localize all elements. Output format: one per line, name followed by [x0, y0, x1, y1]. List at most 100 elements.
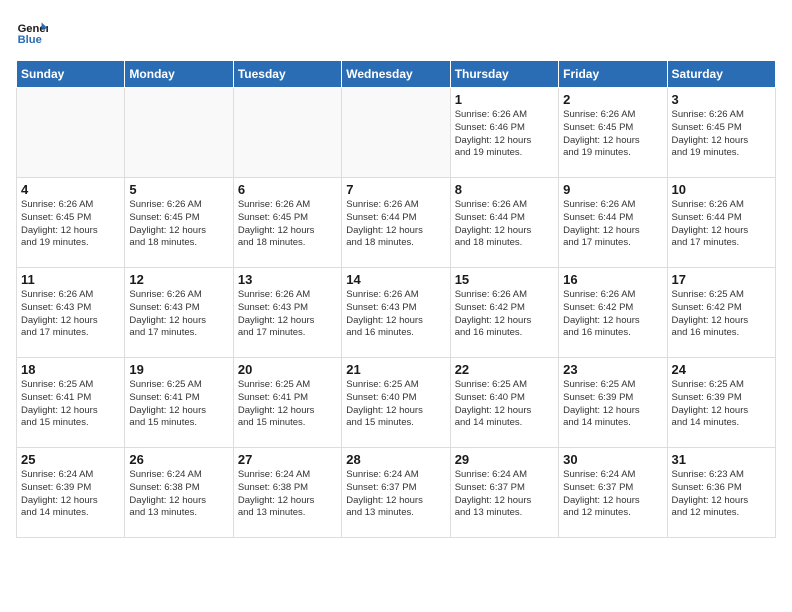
calendar-cell: 12 Sunrise: 6:26 AM Sunset: 6:43 PM Dayli…: [125, 268, 233, 358]
cell-info: Sunrise: 6:25 AM Sunset: 6:39 PM Dayligh…: [672, 379, 771, 430]
week-row-2: 4 Sunrise: 6:26 AM Sunset: 6:45 PM Daylig…: [17, 178, 776, 268]
calendar-cell: [342, 88, 450, 178]
weekday-header-sunday: Sunday: [17, 61, 125, 88]
calendar-cell: 31 Sunrise: 6:23 AM Sunset: 6:36 PM Dayli…: [667, 448, 775, 538]
cell-info: Sunrise: 6:25 AM Sunset: 6:40 PM Dayligh…: [455, 379, 554, 430]
day-number: 6: [238, 182, 337, 197]
day-number: 1: [455, 92, 554, 107]
day-number: 22: [455, 362, 554, 377]
calendar-cell: [125, 88, 233, 178]
logo-icon: General Blue: [16, 16, 48, 48]
week-row-3: 11 Sunrise: 6:26 AM Sunset: 6:43 PM Dayli…: [17, 268, 776, 358]
calendar-cell: 5Sunrise: 6:26 AM Sunset: 6:45 PM Daylig…: [125, 178, 233, 268]
day-number: 21: [346, 362, 445, 377]
day-number: 8: [455, 182, 554, 197]
cell-info: Sunrise: 6:26 AM Sunset: 6:44 PM Dayligh…: [672, 199, 771, 250]
day-number: 24: [672, 362, 771, 377]
weekday-header-row: SundayMondayTuesdayWednesdayThursdayFrid…: [17, 61, 776, 88]
day-number: 25: [21, 452, 120, 467]
calendar-cell: 8 Sunrise: 6:26 AM Sunset: 6:44 PM Daylig…: [450, 178, 558, 268]
calendar-cell: 1 Sunrise: 6:26 AM Sunset: 6:46 PM Daylig…: [450, 88, 558, 178]
calendar-cell: 19 Sunrise: 6:25 AM Sunset: 6:41 PM Dayli…: [125, 358, 233, 448]
cell-info: Sunrise: 6:25 AM Sunset: 6:42 PM Dayligh…: [672, 289, 771, 340]
cell-info: Sunrise: 6:26 AM Sunset: 6:43 PM Dayligh…: [346, 289, 445, 340]
cell-info: Sunrise: 6:26 AM Sunset: 6:42 PM Dayligh…: [563, 289, 662, 340]
day-number: 31: [672, 452, 771, 467]
cell-info: Sunrise: 6:26 AM Sunset: 6:46 PM Dayligh…: [455, 109, 554, 160]
calendar-cell: 10 Sunrise: 6:26 AM Sunset: 6:44 PM Dayli…: [667, 178, 775, 268]
calendar-cell: 21 Sunrise: 6:25 AM Sunset: 6:40 PM Dayli…: [342, 358, 450, 448]
svg-text:Blue: Blue: [18, 34, 42, 46]
day-number: 16: [563, 272, 662, 287]
calendar-cell: 4Sunrise: 6:26 AM Sunset: 6:45 PM Daylig…: [17, 178, 125, 268]
calendar-cell: 2Sunrise: 6:26 AM Sunset: 6:45 PM Daylig…: [559, 88, 667, 178]
day-number: 2: [563, 92, 662, 107]
cell-info: Sunrise: 6:26 AM Sunset: 6:43 PM Dayligh…: [238, 289, 337, 340]
cell-info: Sunrise: 6:26 AM Sunset: 6:44 PM Dayligh…: [455, 199, 554, 250]
cell-info: Sunrise: 6:26 AM Sunset: 6:44 PM Dayligh…: [563, 199, 662, 250]
day-number: 4: [21, 182, 120, 197]
calendar-cell: 15 Sunrise: 6:26 AM Sunset: 6:42 PM Dayli…: [450, 268, 558, 358]
day-number: 26: [129, 452, 228, 467]
day-number: 15: [455, 272, 554, 287]
cell-info: Sunrise: 6:24 AM Sunset: 6:38 PM Dayligh…: [238, 469, 337, 520]
day-number: 3: [672, 92, 771, 107]
weekday-header-wednesday: Wednesday: [342, 61, 450, 88]
cell-info: Sunrise: 6:26 AM Sunset: 6:45 PM Dayligh…: [238, 199, 337, 250]
weekday-header-thursday: Thursday: [450, 61, 558, 88]
day-number: 28: [346, 452, 445, 467]
calendar-cell: 25 Sunrise: 6:24 AM Sunset: 6:39 PM Dayli…: [17, 448, 125, 538]
week-row-4: 18 Sunrise: 6:25 AM Sunset: 6:41 PM Dayli…: [17, 358, 776, 448]
week-row-1: 1 Sunrise: 6:26 AM Sunset: 6:46 PM Daylig…: [17, 88, 776, 178]
cell-info: Sunrise: 6:24 AM Sunset: 6:37 PM Dayligh…: [455, 469, 554, 520]
cell-info: Sunrise: 6:25 AM Sunset: 6:41 PM Dayligh…: [21, 379, 120, 430]
logo: General Blue: [16, 16, 52, 48]
day-number: 10: [672, 182, 771, 197]
cell-info: Sunrise: 6:25 AM Sunset: 6:39 PM Dayligh…: [563, 379, 662, 430]
day-number: 12: [129, 272, 228, 287]
day-number: 5: [129, 182, 228, 197]
calendar-cell: 16 Sunrise: 6:26 AM Sunset: 6:42 PM Dayli…: [559, 268, 667, 358]
calendar-cell: 27 Sunrise: 6:24 AM Sunset: 6:38 PM Dayli…: [233, 448, 341, 538]
cell-info: Sunrise: 6:26 AM Sunset: 6:43 PM Dayligh…: [129, 289, 228, 340]
weekday-header-friday: Friday: [559, 61, 667, 88]
calendar-cell: [233, 88, 341, 178]
cell-info: Sunrise: 6:24 AM Sunset: 6:37 PM Dayligh…: [563, 469, 662, 520]
day-number: 14: [346, 272, 445, 287]
day-number: 13: [238, 272, 337, 287]
day-number: 18: [21, 362, 120, 377]
calendar-table: SundayMondayTuesdayWednesdayThursdayFrid…: [16, 60, 776, 538]
cell-info: Sunrise: 6:26 AM Sunset: 6:45 PM Dayligh…: [672, 109, 771, 160]
calendar-cell: 17Sunrise: 6:25 AM Sunset: 6:42 PM Dayli…: [667, 268, 775, 358]
day-number: 27: [238, 452, 337, 467]
calendar-cell: 6 Sunrise: 6:26 AM Sunset: 6:45 PM Daylig…: [233, 178, 341, 268]
cell-info: Sunrise: 6:26 AM Sunset: 6:44 PM Dayligh…: [346, 199, 445, 250]
cell-info: Sunrise: 6:26 AM Sunset: 6:43 PM Dayligh…: [21, 289, 120, 340]
cell-info: Sunrise: 6:24 AM Sunset: 6:37 PM Dayligh…: [346, 469, 445, 520]
cell-info: Sunrise: 6:26 AM Sunset: 6:42 PM Dayligh…: [455, 289, 554, 340]
day-number: 29: [455, 452, 554, 467]
calendar-cell: [17, 88, 125, 178]
day-number: 30: [563, 452, 662, 467]
week-row-5: 25 Sunrise: 6:24 AM Sunset: 6:39 PM Dayli…: [17, 448, 776, 538]
day-number: 19: [129, 362, 228, 377]
calendar-cell: 30 Sunrise: 6:24 AM Sunset: 6:37 PM Dayli…: [559, 448, 667, 538]
calendar-cell: 23Sunrise: 6:25 AM Sunset: 6:39 PM Dayli…: [559, 358, 667, 448]
cell-info: Sunrise: 6:25 AM Sunset: 6:41 PM Dayligh…: [129, 379, 228, 430]
calendar-cell: 13 Sunrise: 6:26 AM Sunset: 6:43 PM Dayli…: [233, 268, 341, 358]
calendar-cell: 26Sunrise: 6:24 AM Sunset: 6:38 PM Dayli…: [125, 448, 233, 538]
cell-info: Sunrise: 6:24 AM Sunset: 6:39 PM Dayligh…: [21, 469, 120, 520]
calendar-cell: 22 Sunrise: 6:25 AM Sunset: 6:40 PM Dayli…: [450, 358, 558, 448]
calendar-cell: 20 Sunrise: 6:25 AM Sunset: 6:41 PM Dayli…: [233, 358, 341, 448]
weekday-header-saturday: Saturday: [667, 61, 775, 88]
cell-info: Sunrise: 6:25 AM Sunset: 6:41 PM Dayligh…: [238, 379, 337, 430]
cell-info: Sunrise: 6:25 AM Sunset: 6:40 PM Dayligh…: [346, 379, 445, 430]
day-number: 11: [21, 272, 120, 287]
calendar-cell: 29 Sunrise: 6:24 AM Sunset: 6:37 PM Dayli…: [450, 448, 558, 538]
calendar-cell: 11 Sunrise: 6:26 AM Sunset: 6:43 PM Dayli…: [17, 268, 125, 358]
day-number: 20: [238, 362, 337, 377]
day-number: 7: [346, 182, 445, 197]
weekday-header-monday: Monday: [125, 61, 233, 88]
cell-info: Sunrise: 6:23 AM Sunset: 6:36 PM Dayligh…: [672, 469, 771, 520]
calendar-cell: 28 Sunrise: 6:24 AM Sunset: 6:37 PM Dayli…: [342, 448, 450, 538]
